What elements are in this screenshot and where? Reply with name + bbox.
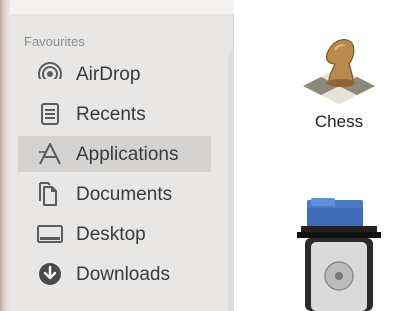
documents-icon <box>36 181 64 207</box>
sidebar: Favourites AirDrop Recents Applications … <box>10 14 239 311</box>
app-item-chess[interactable]: Chess <box>284 30 394 132</box>
applications-content: Chess <box>234 0 398 311</box>
chess-app-icon <box>284 30 394 110</box>
sidebar-item-recents[interactable]: Recents <box>18 96 211 132</box>
sidebar-item-airdrop[interactable]: AirDrop <box>18 56 211 92</box>
sidebar-item-label: Recents <box>76 104 146 125</box>
finder-window: Favourites AirDrop Recents Applications … <box>0 0 398 311</box>
sidebar-item-desktop[interactable]: Desktop <box>18 216 211 252</box>
sidebar-item-label: Applications <box>76 144 179 165</box>
sidebar-item-label: Documents <box>76 184 173 205</box>
applications-icon <box>36 141 64 167</box>
app-label-chess: Chess <box>314 112 364 131</box>
disk-utility-app-icon <box>284 196 394 311</box>
sidebar-item-documents[interactable]: Documents <box>18 176 211 212</box>
airdrop-icon <box>36 61 64 87</box>
sidebar-item-applications[interactable]: Applications <box>18 136 211 172</box>
sidebar-heading-favourites: Favourites <box>24 34 85 49</box>
recents-icon <box>36 101 64 127</box>
window-edge <box>0 0 10 311</box>
sidebar-item-label: AirDrop <box>76 64 141 85</box>
sidebar-item-label: Downloads <box>76 264 170 285</box>
app-item-disk-utility[interactable] <box>284 196 394 311</box>
downloads-icon <box>36 261 64 287</box>
sidebar-item-label: Desktop <box>76 224 146 245</box>
sidebar-item-downloads[interactable]: Downloads <box>18 256 211 292</box>
desktop-icon <box>36 221 64 247</box>
